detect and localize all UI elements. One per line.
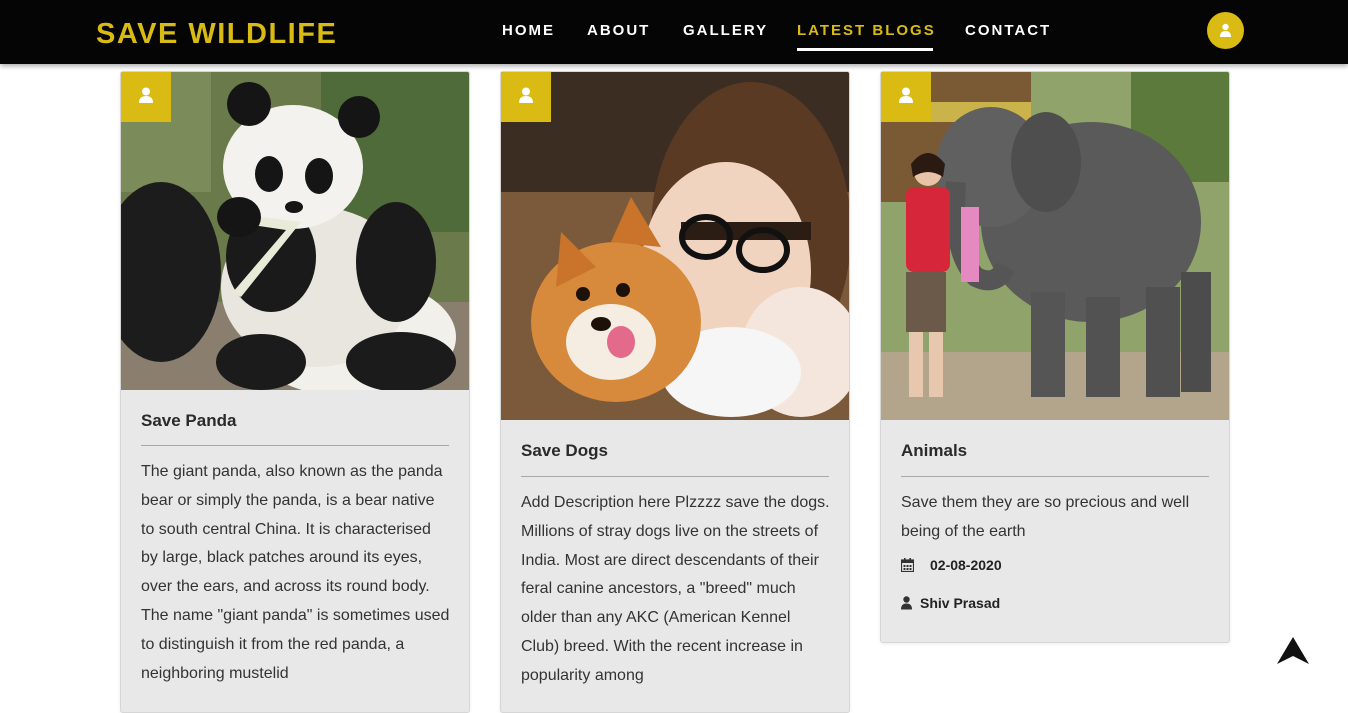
scroll-to-top-button[interactable] [1276,636,1310,666]
blog-card-dogs[interactable]: Save Dogs Add Description here Plzzzz sa… [500,71,850,713]
author-badge [121,72,171,122]
user-icon [901,596,912,610]
card-divider [141,445,449,446]
nav-about[interactable]: ABOUT [587,22,650,40]
card-description: Add Description here Plzzzz save the dog… [521,494,830,684]
blog-card-animals[interactable]: Animals Save them they are so precious a… [880,71,1230,643]
nav-home[interactable]: HOME [502,22,555,40]
user-icon [899,87,913,103]
navbar: SAVE WILDLIFE HOME ABOUT GALLERY LATEST … [0,0,1348,64]
user-avatar-button[interactable] [1207,12,1244,49]
card-description: Save them they are so precious and well … [901,494,1190,540]
card-divider [521,476,829,477]
panda-photo [121,72,469,390]
nav-gallery[interactable]: GALLERY [683,22,768,40]
post-date: 02-08-2020 [930,557,1002,573]
author-badge [881,72,931,122]
user-icon [139,87,153,103]
user-icon [1220,23,1231,37]
nav-contact[interactable]: CONTACT [965,22,1051,40]
blog-card-panda[interactable]: Save Panda The giant panda, also known a… [120,71,470,713]
elephant-photo [881,72,1229,420]
nav-latest-blogs[interactable]: LATEST BLOGS [797,22,936,40]
card-title[interactable]: Animals [901,441,967,461]
arrow-up-icon [1277,637,1309,664]
dog-photo [501,72,849,420]
calendar-icon [901,558,914,572]
card-title[interactable]: Save Panda [141,411,236,431]
card-description: The giant panda, also known as the panda… [141,463,450,682]
brand-logo[interactable]: SAVE WILDLIFE [96,16,337,52]
active-nav-underline [797,48,933,51]
user-icon [519,87,533,103]
author-badge [501,72,551,122]
card-divider [901,476,1209,477]
post-author: Shiv Prasad [920,595,1001,611]
card-title[interactable]: Save Dogs [521,441,608,461]
